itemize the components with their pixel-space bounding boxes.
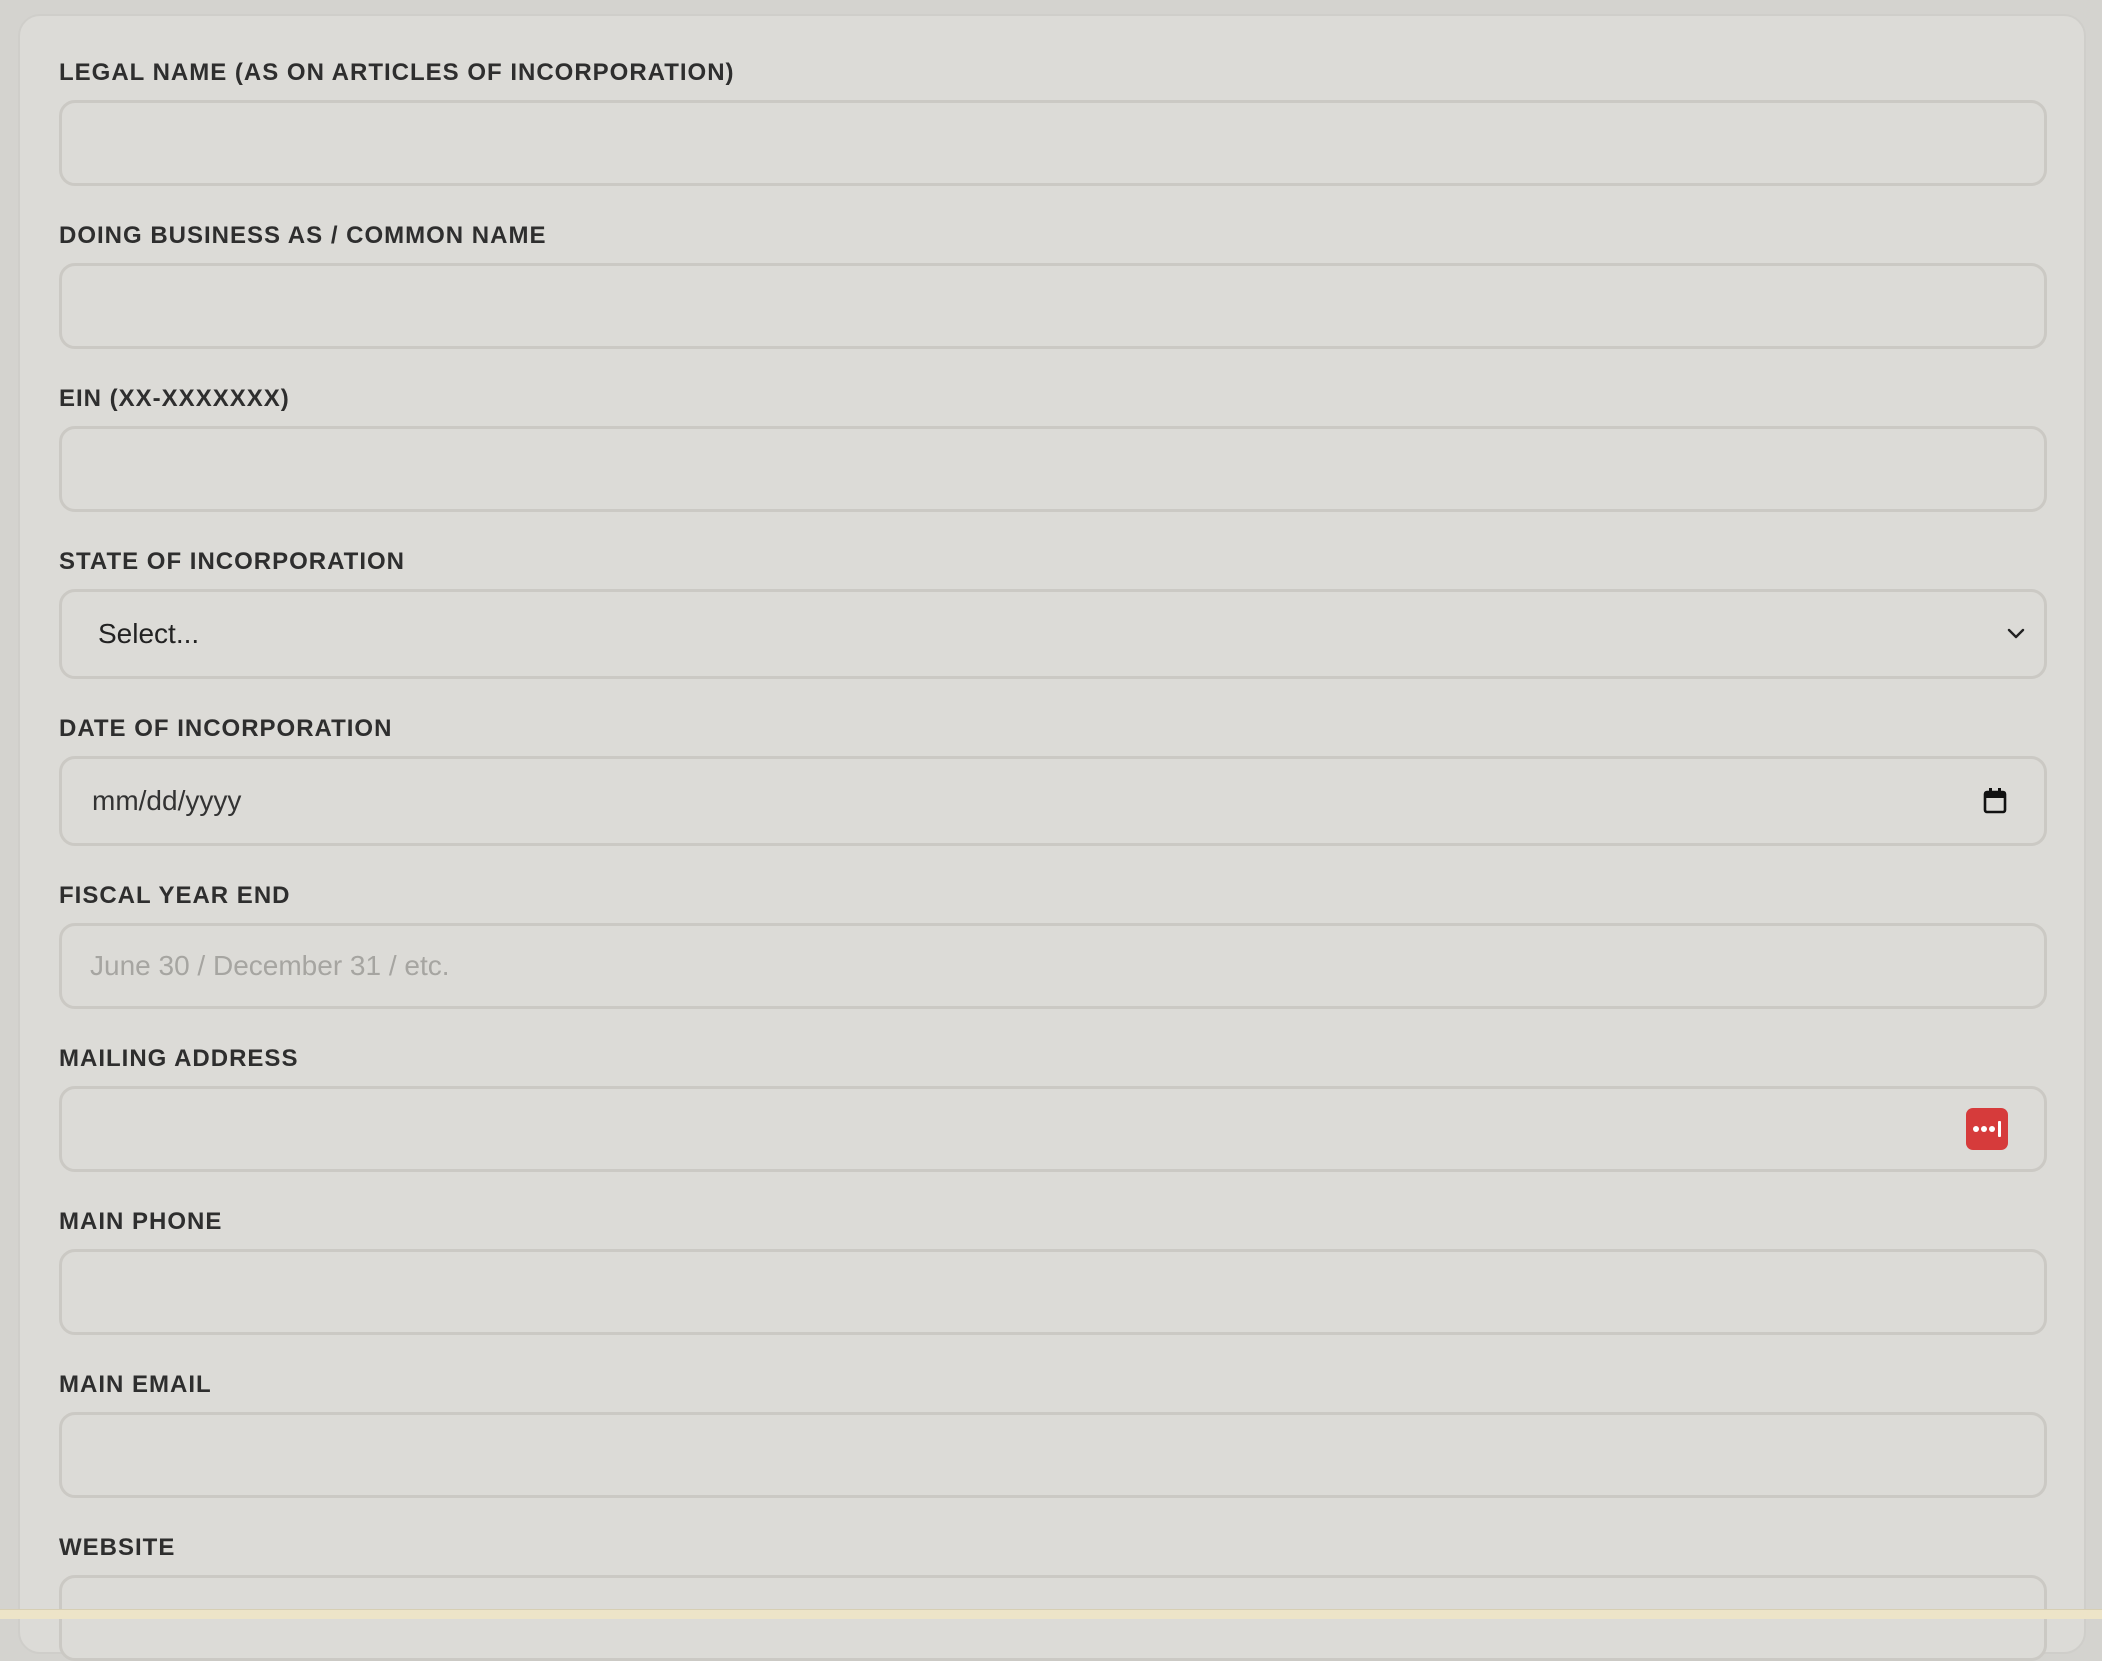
state-select-value: Select... — [98, 618, 200, 649]
fiscal-year-end-placeholder: June 30 / December 31 / etc. — [90, 950, 450, 981]
fiscal-year-end-input[interactable]: June 30 / December 31 / etc. — [59, 923, 2047, 1009]
legal-name-label: LEGAL NAME (AS ON ARTICLES OF INCORPORAT… — [59, 59, 735, 86]
website-label: WEBSITE — [59, 1534, 176, 1561]
main-email-input[interactable] — [59, 1412, 2047, 1498]
ein-label: EIN (XX-XXXXXXX) — [59, 385, 290, 412]
state-label: STATE OF INCORPORATION — [59, 548, 405, 575]
fiscal-year-end-label: FISCAL YEAR END — [59, 882, 291, 909]
mailing-address-input[interactable] — [59, 1086, 2047, 1172]
main-phone-input[interactable] — [59, 1249, 2047, 1335]
dba-label: DOING BUSINESS AS / COMMON NAME — [59, 222, 547, 249]
main-email-label: MAIN EMAIL — [59, 1371, 212, 1398]
calendar-icon[interactable] — [1982, 787, 2008, 815]
dba-input[interactable] — [59, 263, 2047, 349]
date-label: DATE OF INCORPORATION — [59, 715, 393, 742]
state-select[interactable]: Select... — [59, 589, 2047, 679]
date-input-format: mm/dd/yyyy — [92, 785, 242, 816]
legal-name-input[interactable] — [59, 100, 2047, 186]
password-manager-icon[interactable] — [1966, 1108, 2008, 1150]
mailing-address-label: MAILING ADDRESS — [59, 1045, 299, 1072]
date-input[interactable]: mm/dd/yyyy — [59, 756, 2047, 846]
main-phone-label: MAIN PHONE — [59, 1208, 223, 1235]
chevron-down-icon — [2007, 628, 2025, 639]
ein-input[interactable] — [59, 426, 2047, 512]
